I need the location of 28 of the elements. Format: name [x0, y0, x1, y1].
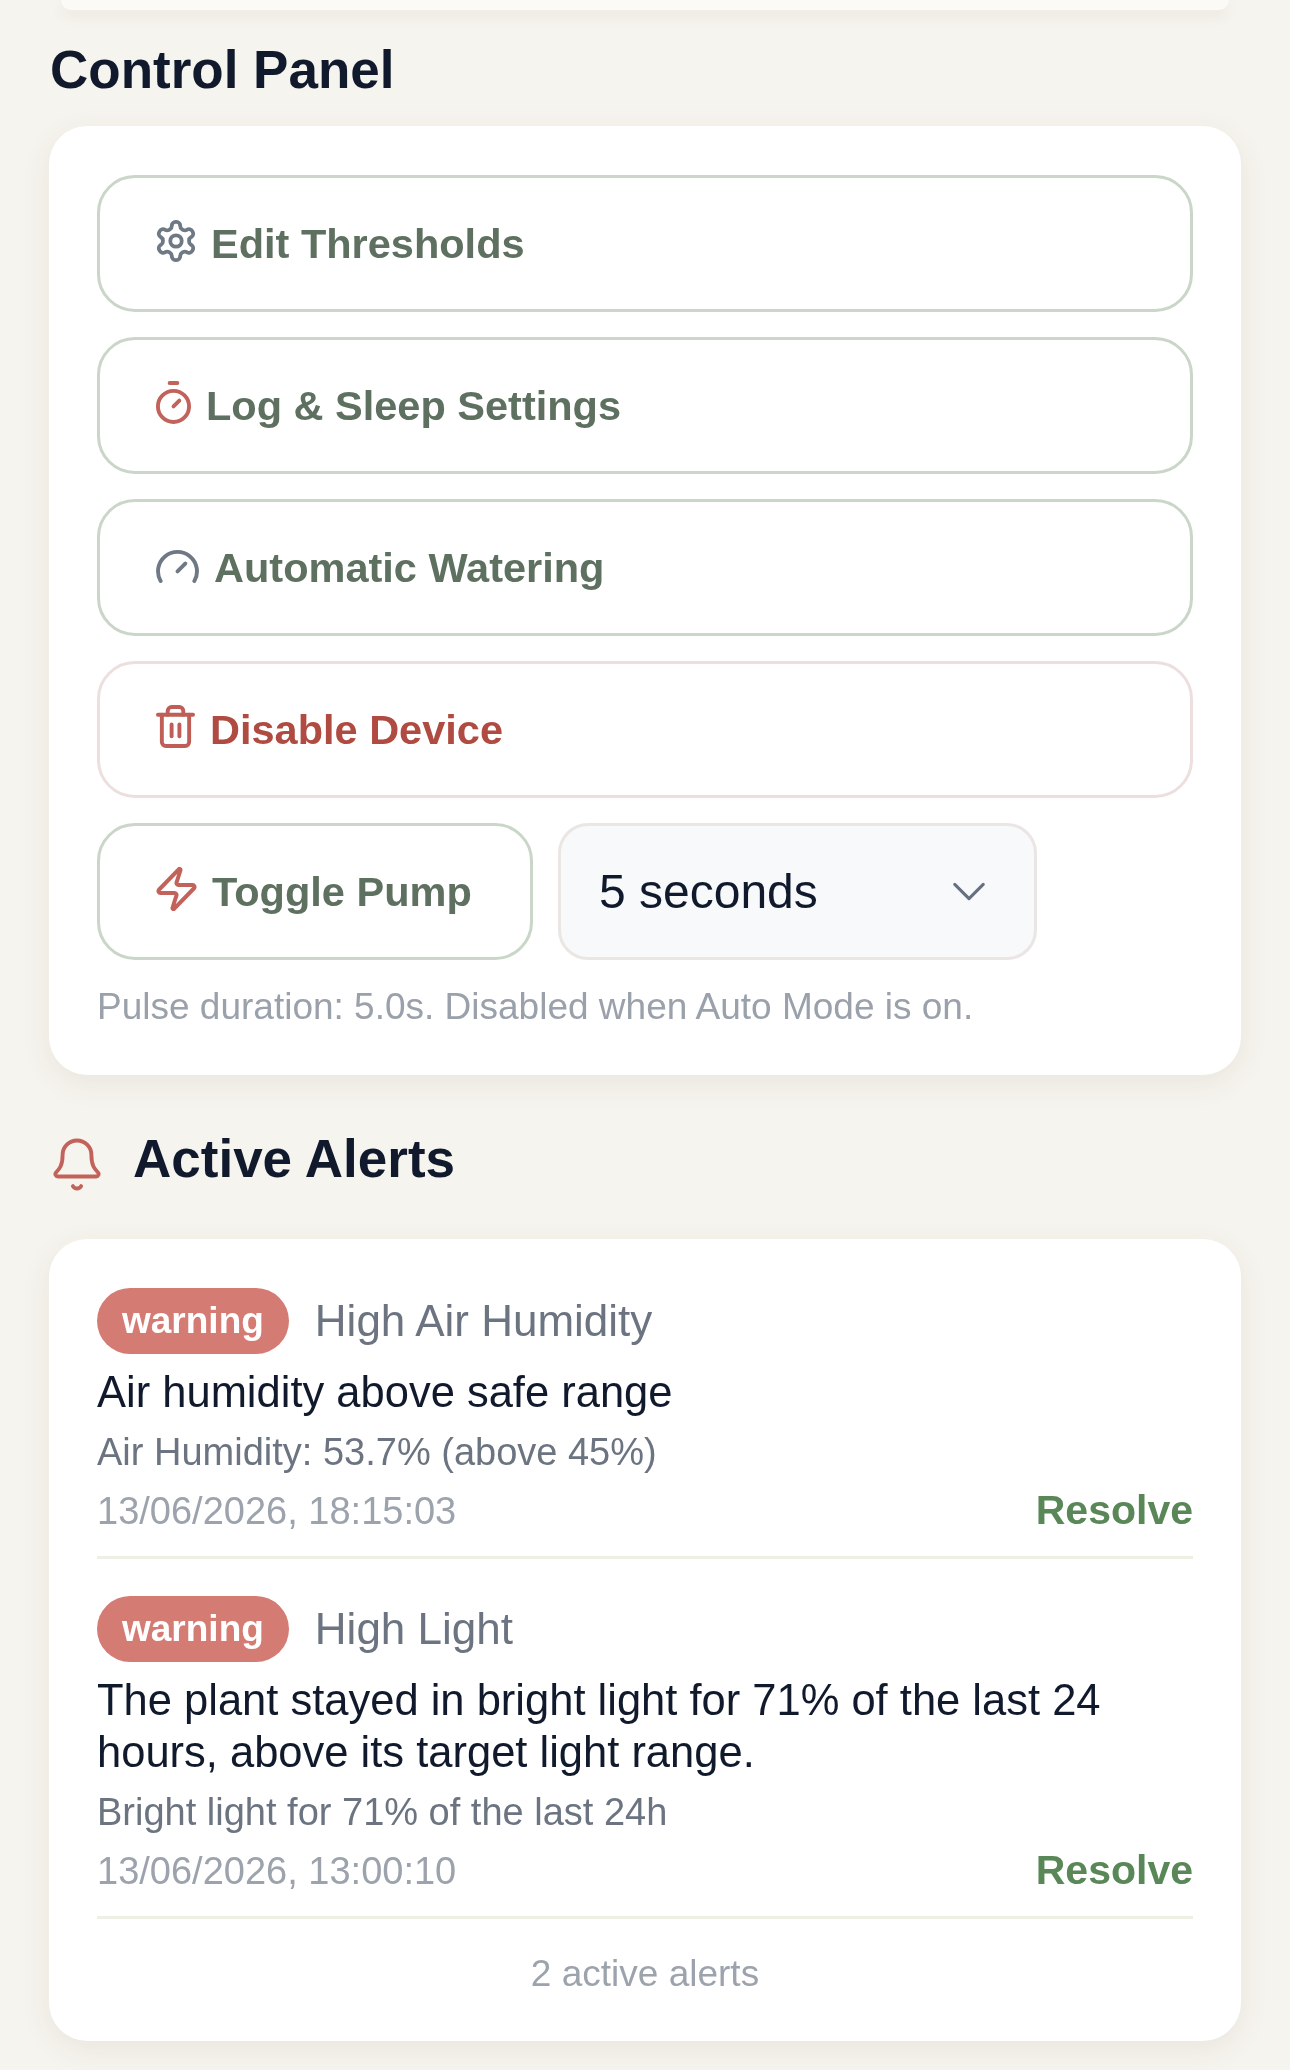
stopwatch-icon: [156, 381, 191, 424]
section-heading: Control Panel: [50, 39, 396, 101]
severity-badge: warning: [97, 1288, 289, 1354]
resolve-link[interactable]: Resolve: [1035, 1847, 1193, 1894]
alert-message: The plant stayed in bright light for 71% of the last 24 hours, above its target light range.: [97, 1675, 1102, 1778]
alert-count: 2 active alerts: [529, 1952, 761, 1996]
chevron-down-icon: [952, 882, 986, 901]
action-button[interactable]: Log & Sleep Settings: [97, 337, 1193, 474]
action-button[interactable]: Edit Thresholds: [97, 175, 1193, 312]
alert-detail: Air Humidity: 53.7% (above 45%): [97, 1430, 658, 1475]
duration-select[interactable]: 5 seconds: [558, 823, 1037, 960]
alert-message: Air humidity above safe range: [97, 1367, 674, 1418]
alert-timestamp: 13/06/2026, 18:15:03: [97, 1488, 457, 1534]
resolve-link[interactable]: Resolve: [1035, 1487, 1193, 1534]
gear-icon: [156, 219, 196, 262]
severity-badge: warning: [97, 1596, 289, 1662]
toggle-pump-button[interactable]: Toggle Pump: [97, 823, 533, 960]
lightning-icon: [156, 866, 197, 911]
section-heading: Active Alerts: [133, 1127, 456, 1190]
bell-icon: [53, 1138, 101, 1191]
action-button[interactable]: Automatic Watering: [97, 499, 1193, 636]
alert-timestamp: 13/06/2026, 13:00:10: [97, 1848, 457, 1894]
danger-button[interactable]: Disable Device: [97, 661, 1193, 798]
trash-icon: [156, 705, 195, 748]
alert-detail: Bright light for 71% of the last 24h: [97, 1790, 669, 1835]
alert-title: High Air Humidity: [314, 1296, 653, 1346]
hint-text: Pulse duration: 5.0s. Disabled when Auto Mode is on.: [97, 985, 975, 1029]
alert-title: High Light: [314, 1604, 513, 1654]
